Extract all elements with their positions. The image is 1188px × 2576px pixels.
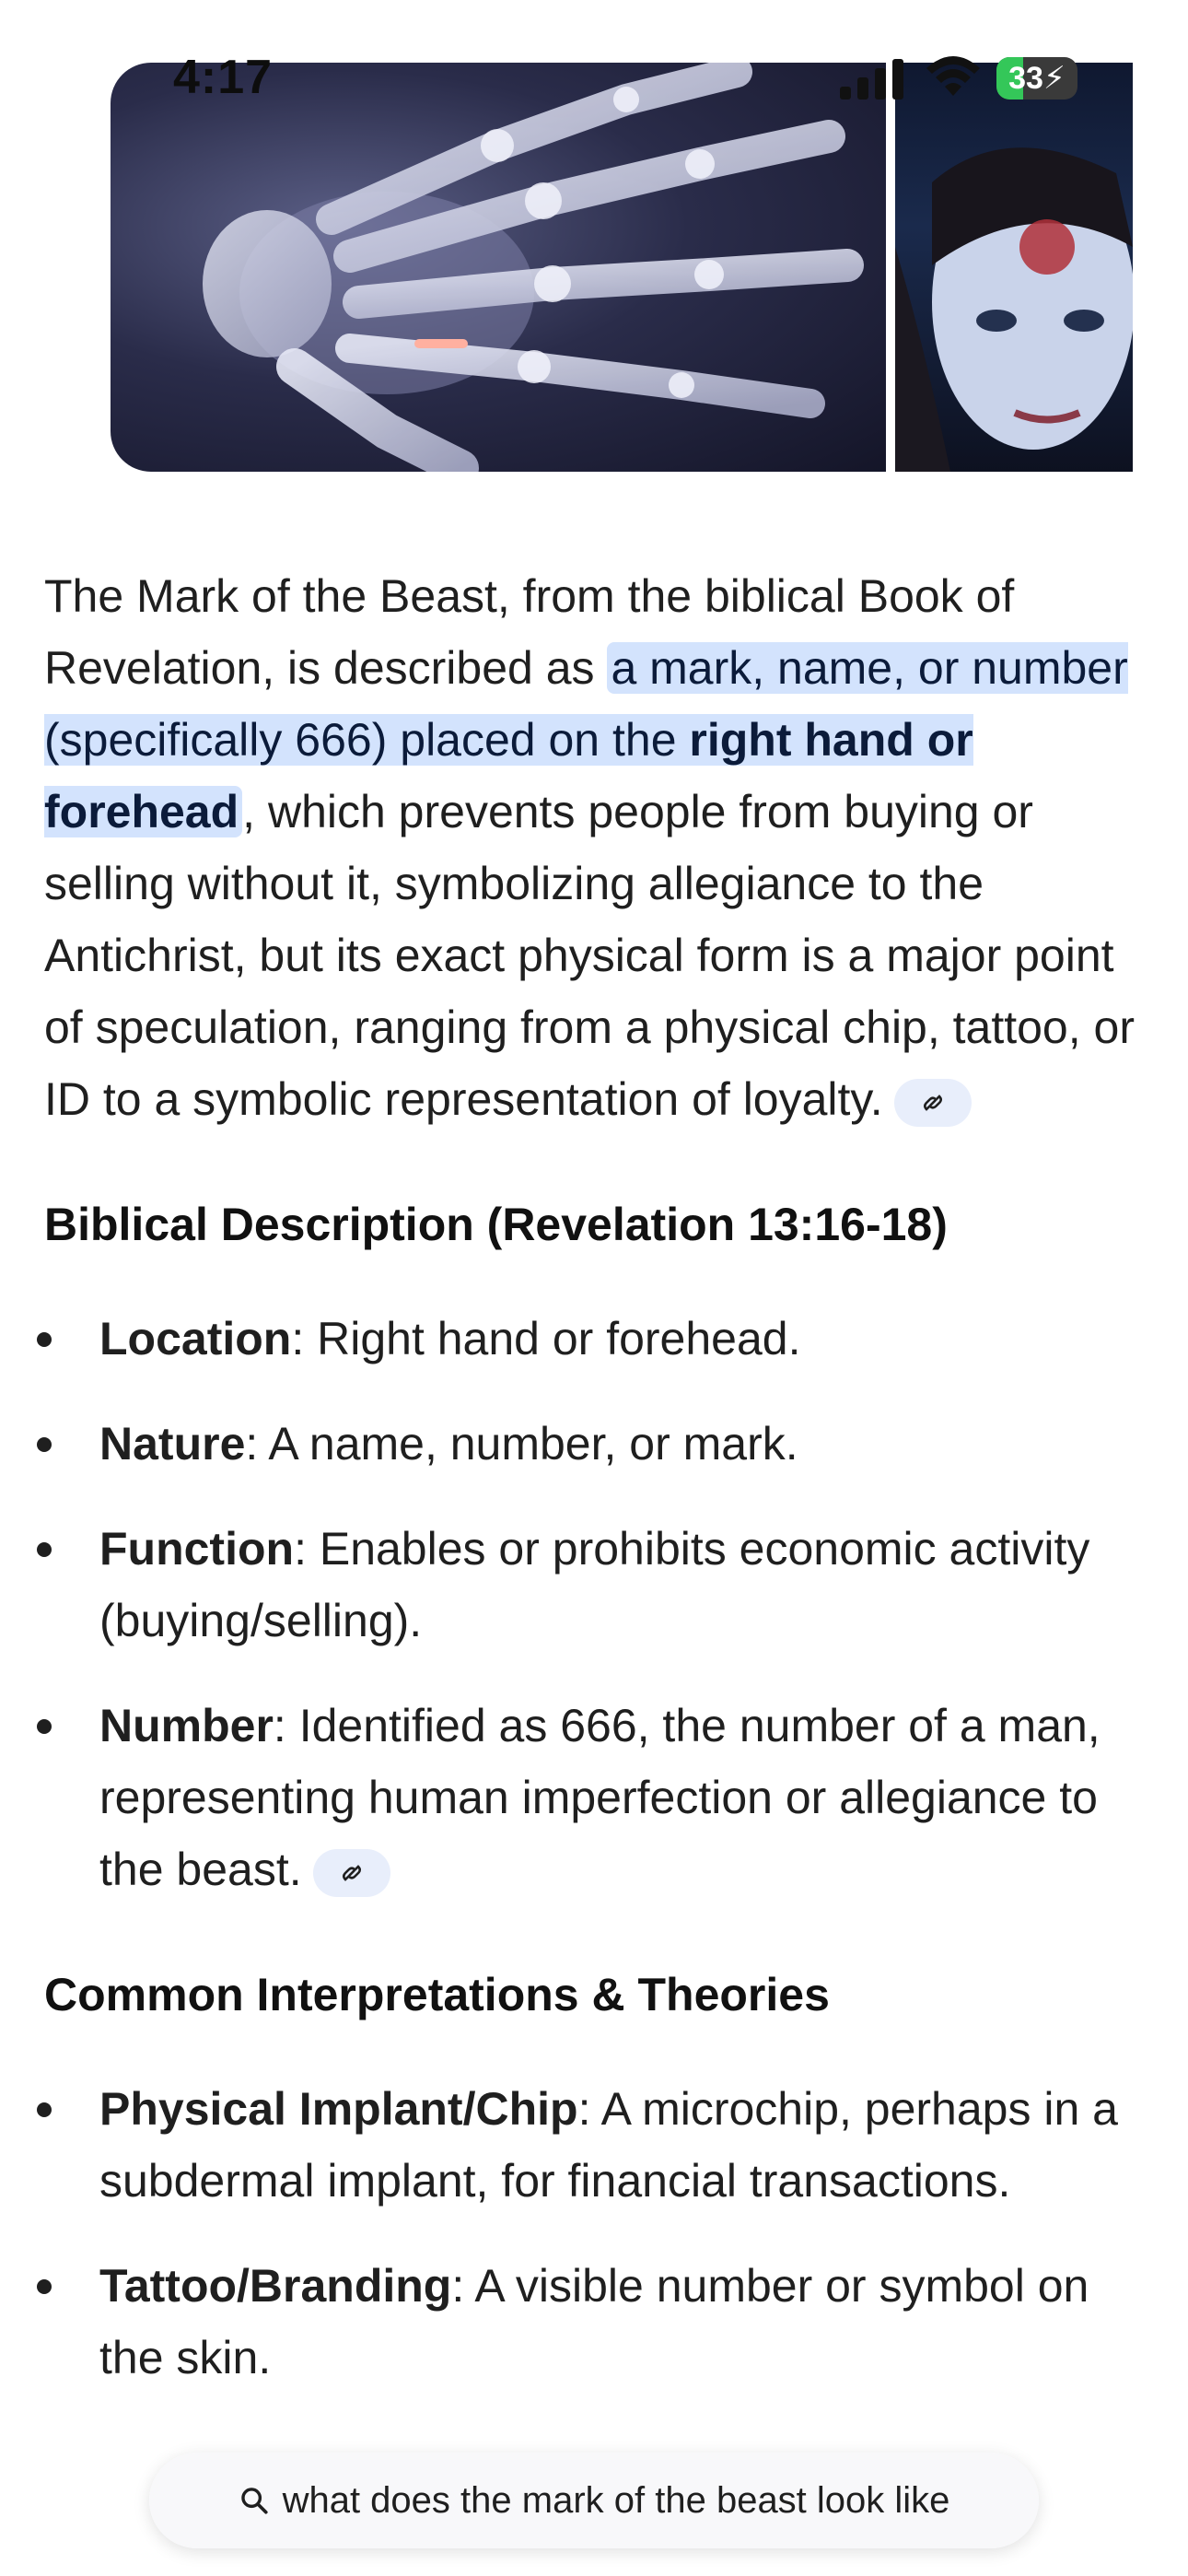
bullet-dot <box>37 1332 52 1347</box>
wifi-icon <box>926 56 980 96</box>
item-term: Physical Implant/Chip <box>99 2083 578 2135</box>
biblical-description-list: Location: Right hand or forehead. Nature… <box>37 1303 1149 1905</box>
bullet-dot <box>37 1542 52 1557</box>
battery-level: 33 <box>1008 60 1043 96</box>
battery-indicator: 33 ⚡ <box>996 57 1077 100</box>
list-item: Nature: A name, number, or mark. <box>37 1408 1149 1480</box>
cellular-signal-icon <box>840 59 903 100</box>
source-link-chip[interactable] <box>893 1078 972 1127</box>
bullet-dot <box>37 2279 52 2294</box>
list-item: Function: Enables or prohibits economic … <box>37 1513 1149 1657</box>
status-time: 4:17 <box>173 51 274 104</box>
link-icon <box>923 1094 942 1111</box>
search-query-pill[interactable]: what does the mark of the beast look lik… <box>149 2453 1039 2548</box>
search-icon <box>240 2488 268 2514</box>
section-heading-interpretations: Common Interpretations & Theories <box>44 1969 830 2020</box>
item-term: Tattoo/Branding <box>99 2260 452 2312</box>
bullet-dot <box>37 2102 52 2117</box>
charging-bolt-icon: ⚡ <box>1042 61 1066 96</box>
item-term: Nature <box>99 1418 246 1469</box>
search-query-text: what does the mark of the beast look lik… <box>282 2479 950 2521</box>
item-term: Location <box>99 1313 292 1364</box>
item-text: : A name, number, or mark. <box>245 1418 798 1469</box>
list-item: Tattoo/Branding: A visible number or sym… <box>37 2250 1149 2394</box>
bullet-dot <box>37 1437 52 1452</box>
list-item: Number: Identified as 666, the number of… <box>37 1690 1149 1905</box>
bullet-dot <box>37 1719 52 1734</box>
intro-paragraph: The Mark of the Beast, from the biblical… <box>44 560 1149 1135</box>
item-term: Function <box>99 1523 295 1575</box>
item-text: : Right hand or forehead. <box>291 1313 801 1364</box>
item-term: Number <box>99 1700 274 1751</box>
list-item: Physical Implant/Chip: A microchip, perh… <box>37 2073 1149 2217</box>
source-link-chip[interactable] <box>312 1848 390 1897</box>
status-bar: 4:17 33 ⚡ <box>0 0 1188 147</box>
link-icon <box>342 1864 361 1881</box>
page: 4:17 33 ⚡ The Mark of the Beast, from the… <box>0 0 1188 2576</box>
section-heading-biblical: Biblical Description (Revelation 13:16-1… <box>44 1199 948 1250</box>
list-item: Location: Right hand or forehead. <box>37 1303 1149 1375</box>
interpretations-list: Physical Implant/Chip: A microchip, perh… <box>37 2073 1149 2394</box>
ai-overview-content: The Mark of the Beast, from the biblical… <box>37 560 1149 2427</box>
